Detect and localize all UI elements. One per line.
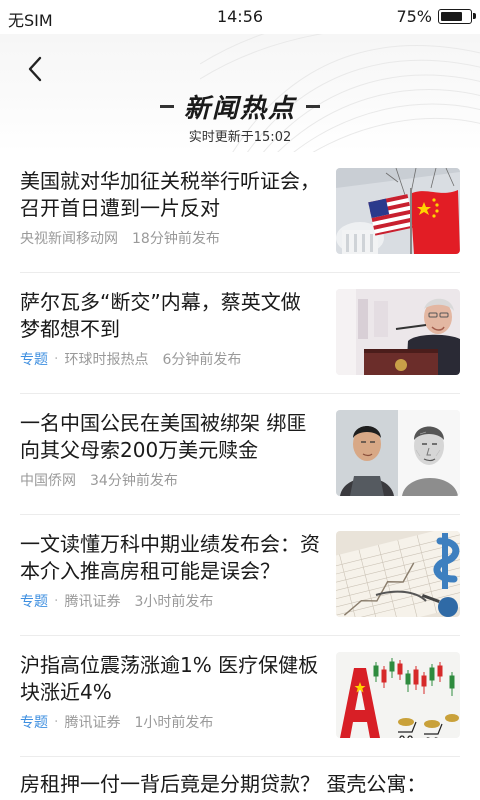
news-source: 腾讯证券 bbox=[64, 715, 121, 731]
news-thumbnail bbox=[336, 410, 460, 496]
meta-separator: · bbox=[54, 351, 59, 367]
news-headline: 房租押一付一背后竟是分期贷款？ 蛋壳公寓： bbox=[20, 772, 427, 796]
news-thumbnail bbox=[336, 531, 460, 617]
stock-chart-image bbox=[336, 652, 460, 738]
news-thumbnail bbox=[336, 652, 460, 738]
news-thumbnail bbox=[336, 289, 460, 375]
finance-document-image bbox=[336, 531, 460, 617]
news-source: 中国侨网 bbox=[20, 473, 76, 489]
news-source: 腾讯证券 bbox=[64, 594, 121, 610]
news-meta: 专题 · 腾讯证券 1小时前发布 bbox=[20, 712, 213, 732]
battery-icon bbox=[438, 9, 476, 24]
news-time: 6分钟前发布 bbox=[162, 352, 242, 368]
news-item[interactable]: 沪指高位震荡涨逾1% 医疗保健板块涨近4% 专题 · 腾讯证券 1小时前发布 bbox=[20, 636, 460, 757]
news-source: 央视新闻移动网 bbox=[20, 231, 118, 247]
flags-capitol-image bbox=[336, 168, 460, 254]
news-item[interactable]: 萨尔瓦多“断交”内幕，蔡英文做梦都想不到 专题 · 环球时报热点 6分钟前发布 bbox=[20, 273, 460, 394]
update-time-label: 实时更新于15:02 bbox=[188, 130, 292, 145]
chevron-left-icon bbox=[28, 56, 42, 82]
news-time: 3小时前发布 bbox=[134, 594, 214, 610]
battery-percent: 75% bbox=[396, 7, 432, 26]
news-time: 18分钟前发布 bbox=[132, 231, 220, 247]
news-meta: 央视新闻移动网 18分钟前发布 bbox=[20, 228, 220, 248]
back-button[interactable] bbox=[20, 54, 50, 84]
news-source: 环球时报热点 bbox=[64, 352, 149, 368]
page-header: 新闻热点 实时更新于15:02 bbox=[0, 34, 480, 152]
news-headline: 美国就对华加征关税举行听证会，召开首日遭到一片反对 bbox=[20, 169, 320, 220]
speaker-podium-image bbox=[336, 289, 460, 375]
news-meta: 中国侨网 34分钟前发布 bbox=[20, 470, 178, 490]
news-headline: 萨尔瓦多“断交”内幕，蔡英文做梦都想不到 bbox=[20, 290, 301, 341]
topic-tag[interactable]: 专题 bbox=[20, 712, 48, 732]
news-headline: 一文读懂万科中期业绩发布会：资本介入推高房租可能是误会？ bbox=[20, 532, 320, 583]
news-thumbnail bbox=[336, 168, 460, 254]
meta-separator: · bbox=[54, 593, 59, 609]
news-meta: 专题 · 腾讯证券 3小时前发布 bbox=[20, 591, 213, 611]
news-time: 34分钟前发布 bbox=[90, 473, 178, 489]
title-dash-right bbox=[306, 105, 320, 108]
news-list: 美国就对华加征关税举行听证会，召开首日遭到一片反对 央视新闻移动网 18分钟前发… bbox=[0, 152, 480, 800]
battery-fill bbox=[441, 12, 462, 21]
status-bar: 无SIM 14:56 75% bbox=[0, 0, 480, 34]
news-headline: 一名中国公民在美国被绑架 绑匪向其父母索200万美元赎金 bbox=[20, 411, 307, 462]
news-time: 1小时前发布 bbox=[134, 715, 214, 731]
portrait-sketch-image bbox=[336, 410, 460, 496]
meta-separator: · bbox=[54, 714, 59, 730]
news-item[interactable]: 美国就对华加征关税举行听证会，召开首日遭到一片反对 央视新闻移动网 18分钟前发… bbox=[20, 152, 460, 273]
news-item[interactable]: 房租押一付一背后竟是分期贷款？ 蛋壳公寓： bbox=[20, 757, 460, 800]
topic-tag[interactable]: 专题 bbox=[20, 591, 48, 611]
page-title: 新闻热点 bbox=[183, 94, 296, 124]
news-item[interactable]: 一文读懂万科中期业绩发布会：资本介入推高房租可能是误会？ 专题 · 腾讯证券 3… bbox=[20, 515, 460, 636]
page-title-row: 新闻热点 bbox=[0, 88, 480, 125]
news-headline: 沪指高位震荡涨逾1% 医疗保健板块涨近4% bbox=[20, 653, 319, 704]
title-dash-left bbox=[159, 105, 174, 108]
topic-tag[interactable]: 专题 bbox=[20, 349, 48, 369]
news-meta: 专题 · 环球时报热点 6分钟前发布 bbox=[20, 349, 241, 369]
news-item[interactable]: 一名中国公民在美国被绑架 绑匪向其父母索200万美元赎金 中国侨网 34分钟前发… bbox=[20, 394, 460, 515]
